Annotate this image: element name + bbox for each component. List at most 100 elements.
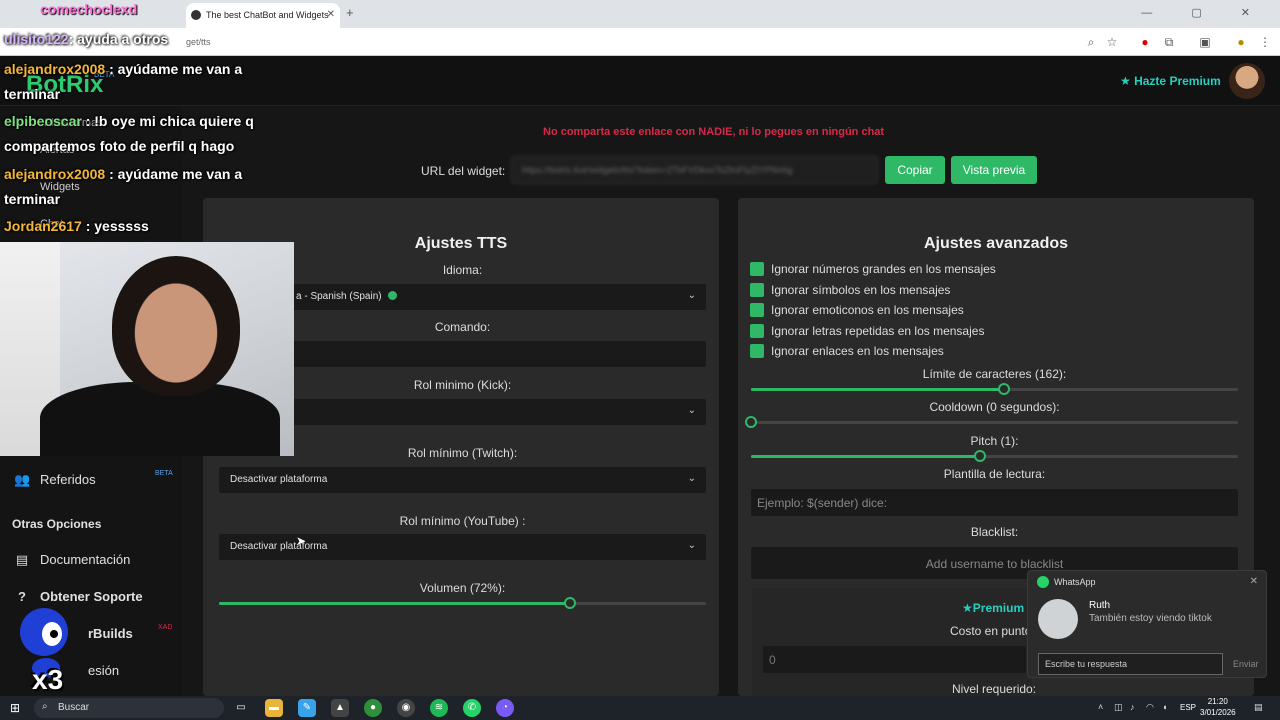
chat-text: : ayuda a otros [68,31,169,47]
search-icon: ⌕ [42,701,48,712]
language-indicator[interactable]: ESP [1180,703,1196,712]
clock-date: 3/01/2026 [1200,708,1236,717]
slider-thumb[interactable] [745,416,757,428]
profile-icon[interactable]: ● [1234,35,1248,49]
url-text[interactable]: get/tts [186,37,211,47]
chevron-down-icon: ⌄ [687,473,696,484]
advanced-panel-title: Ajustes avanzados [923,235,1069,252]
whatsapp-notification[interactable]: WhatsApp ✕ Ruth También estoy viendo tik… [1027,570,1267,678]
checkbox-icon[interactable] [750,303,764,317]
tray-mic-icon[interactable]: ♪ [1130,702,1135,712]
referidos-beta-badge: BETA [155,470,173,477]
window-controls[interactable]: — ▢ ✕ [1141,6,1268,19]
checkbox-icon[interactable] [750,283,764,297]
rol-youtube-label: Rol mínimo (YouTube) : [399,514,526,528]
clock-time: 21:20 [1207,697,1228,706]
send-button[interactable]: Enviar [1233,659,1259,669]
tab-close-icon[interactable]: ✕ [327,9,335,20]
chevron-down-icon: ⌄ [687,405,696,416]
check-numeros[interactable]: Ignorar números grandes en los mensajes [750,262,996,276]
costo-input[interactable]: 0 [763,646,1026,673]
check-letras[interactable]: Ignorar letras repetidas en los mensajes [750,324,984,338]
pitch-label: Pitch (1): [970,434,1019,448]
whatsapp-icon [1037,576,1049,588]
rol-twitch-value: Desactivar plataforma [230,474,328,485]
wifi-icon[interactable]: ◠ [1146,702,1154,713]
discord-icon[interactable]: ◔ [496,699,514,717]
spotify-icon[interactable]: ≋ [430,699,448,717]
chrome-icon[interactable]: ● [364,699,382,717]
check-emoticonos[interactable]: Ignorar emoticonos en los mensajes [750,303,964,317]
tray-chevron-icon[interactable]: ˄ [1098,702,1103,712]
file-explorer-icon[interactable]: ▬ [265,699,283,717]
chat-username: ulisito122 [4,31,69,47]
copy-button[interactable]: Copiar [885,156,945,184]
user-avatar[interactable] [1229,63,1265,99]
cooldown-slider[interactable] [745,416,1238,428]
whatsapp-taskbar-icon[interactable]: ✆ [463,699,481,717]
windows-start-icon[interactable]: ⊞ [6,699,24,717]
taskbar-clock[interactable]: 21:20 3/01/2026 [1200,696,1236,718]
rol-twitch-select[interactable]: Desactivar plataforma ⌄ [219,467,706,493]
chat-text: : yesssss [85,218,149,234]
task-view-icon[interactable]: ▭ [232,699,250,717]
notepad-icon[interactable]: ✎ [298,699,316,717]
premium-button[interactable]: ★ Hazte Premium [1120,74,1221,88]
extensions-icon[interactable]: ⧉ [1162,35,1176,49]
notification-center-icon[interactable]: ▤ [1254,702,1263,713]
taskbar-search[interactable]: ⌕ Buscar [34,698,224,718]
checkbox-icon[interactable] [750,262,764,276]
chat-username: Jordan2617 [4,218,82,234]
slider-thumb[interactable] [564,597,576,609]
sidebar-item-documentacion[interactable]: ▤ Documentación [14,552,130,568]
sidebar-section-title: Otras Opciones [12,517,102,531]
bookmark-star-icon[interactable]: ☆ [1105,35,1119,49]
slider-thumb[interactable] [998,383,1010,395]
limite-label: Límite de caracteres (162): [922,367,1067,381]
slider-fill [751,455,980,458]
star-icon: ★ [962,601,973,615]
menu-icon[interactable]: ⋮ [1258,35,1272,49]
checkbox-icon[interactable] [750,324,764,338]
opera-icon[interactable]: ● [1138,35,1152,49]
slider-thumb[interactable] [974,450,986,462]
nivel-label: Nivel requerido: [952,682,1037,696]
app-icon[interactable]: ▲ [331,699,349,717]
contact-name: Ruth [1089,600,1111,611]
new-tab-button[interactable]: + [346,5,354,20]
webcam-person-head [112,256,240,396]
cast-icon[interactable]: ▣ [1198,35,1212,49]
volumen-label: Volumen (72%): [419,581,506,595]
widget-url-field[interactable]: https://botrix.live/widgets/tts/?token=2… [511,156,878,184]
address-bar[interactable]: get/tts ⌕ ☆ ● ⧉ ▣ ● ⋮ [0,28,1280,56]
check-label: Ignorar enlaces en los mensajes [771,344,944,358]
volumen-slider[interactable] [219,597,706,609]
plantilla-input[interactable]: Ejemplo: $(sender) dice: [751,489,1238,516]
sidebar-item-builds[interactable]: rBuilds [88,626,133,641]
check-simbolos[interactable]: Ignorar símbolos en los mensajes [750,283,950,297]
taskbar-search-label: Buscar [58,702,90,713]
tray-app-icon[interactable]: ◫ [1114,702,1123,713]
browser-tab[interactable]: The best ChatBot and Widgets ✕ [186,3,340,28]
chat-message: Jordan2617 : yesssss [4,214,294,239]
reply-input[interactable]: Escribe tu respuesta [1038,653,1223,675]
sidebar-item-referidos[interactable]: 👥 Referidos [14,472,96,488]
widget-url-label: URL del widget: [421,164,506,178]
chat-message: alejandrox2008 : ayúdame me van a termin… [4,57,294,107]
checkbox-icon[interactable] [750,344,764,358]
close-icon[interactable]: ✕ [1250,576,1258,587]
check-label: Ignorar emoticonos en los mensajes [771,303,964,317]
users-icon: 👥 [14,472,31,487]
sidebar-item-sesion[interactable]: esión [88,663,119,678]
volume-icon[interactable]: ◖ [1162,702,1167,712]
pitch-slider[interactable] [751,450,1238,462]
limite-slider[interactable] [751,383,1238,395]
share-warning: No comparta este enlace con NADIE, ni lo… [543,126,885,138]
zoom-icon[interactable]: ⌕ [1084,35,1098,49]
chat-username: alejandrox2008 [4,166,106,182]
browser-tab-bar: The best ChatBot and Widgets ✕ + — ▢ ✕ [0,0,1280,28]
preview-button[interactable]: Vista previa [951,156,1037,184]
obs-icon[interactable]: ◉ [397,699,415,717]
rol-youtube-select[interactable]: Desactivar plataforma ⌄ [219,534,706,560]
check-enlaces[interactable]: Ignorar enlaces en los mensajes [750,344,944,358]
